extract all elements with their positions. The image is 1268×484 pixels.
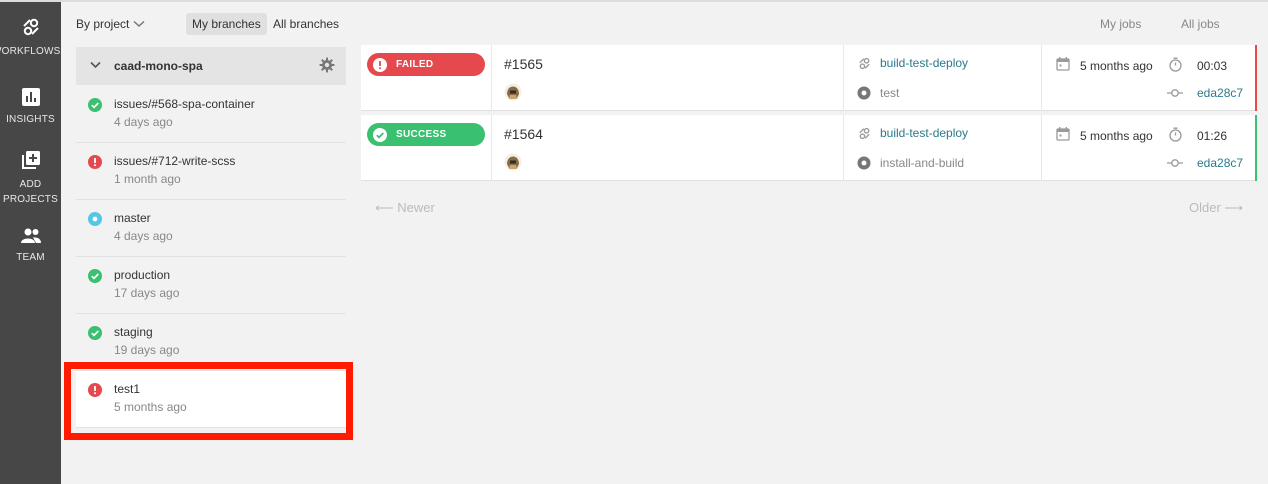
branch-item[interactable]: issues/#712-write-scss 1 month ago xyxy=(76,143,346,200)
branch-item-selected[interactable]: test1 5 months ago xyxy=(76,371,346,428)
job-number[interactable]: #1564 xyxy=(504,126,543,142)
workflow-icon xyxy=(859,57,870,70)
job-name: install-and-build xyxy=(880,156,965,170)
workflows-icon xyxy=(22,18,39,36)
nav-workflows[interactable]: WORKFLOWS xyxy=(0,16,61,59)
newer-page-link[interactable]: ⟵ Newer xyxy=(375,200,435,216)
all-jobs-toggle[interactable]: All jobs xyxy=(1181,17,1220,31)
job-row[interactable]: SUCCESS #1564 build-test-deploy install-… xyxy=(361,115,1257,181)
success-status-icon xyxy=(88,98,102,112)
cell-divider xyxy=(1041,45,1042,111)
workflow-link[interactable]: build-test-deploy xyxy=(880,126,968,140)
branch-item[interactable]: issues/#568-spa-container 4 days ago xyxy=(76,86,346,143)
cell-divider xyxy=(491,45,492,111)
project-name: caad-mono-spa xyxy=(114,59,203,73)
gear-icon[interactable] xyxy=(319,57,335,73)
branch-time: 1 month ago xyxy=(114,172,181,186)
failed-status-icon xyxy=(88,383,102,397)
chevron-down-icon xyxy=(133,20,145,28)
status-badge-label: SUCCESS xyxy=(396,129,447,140)
chevron-down-icon xyxy=(90,61,101,69)
status-badge[interactable]: SUCCESS xyxy=(367,123,485,146)
my-jobs-toggle[interactable]: My jobs xyxy=(1100,17,1141,31)
branch-name: production xyxy=(114,268,171,282)
commit-hash-link[interactable]: eda28c7 xyxy=(1197,86,1243,100)
job-row[interactable]: FAILED #1565 build-test-deploy test 5 mo… xyxy=(361,45,1257,111)
branch-name: staging xyxy=(114,325,153,339)
my-branches-toggle[interactable]: My branches xyxy=(186,13,267,35)
timer-icon xyxy=(1169,57,1182,72)
nav-team[interactable]: TEAM xyxy=(0,228,61,265)
avatar xyxy=(504,153,522,171)
calendar-icon xyxy=(1056,127,1070,141)
time-ago: 5 months ago xyxy=(1080,59,1153,73)
workflow-icon xyxy=(859,127,870,140)
cell-divider xyxy=(1041,115,1042,181)
project-header[interactable]: caad-mono-spa xyxy=(76,47,346,85)
branch-name: issues/#568-spa-container xyxy=(114,97,255,111)
running-status-icon xyxy=(88,212,102,226)
branch-item[interactable]: production 17 days ago xyxy=(76,257,346,314)
success-status-icon xyxy=(88,269,102,283)
branch-time: 5 months ago xyxy=(114,400,187,414)
commit-icon xyxy=(1167,89,1183,97)
nav-add-projects-label: ADD PROJECTS xyxy=(3,179,58,205)
branch-time: 17 days ago xyxy=(114,286,180,300)
failed-status-icon xyxy=(88,155,102,169)
job-number[interactable]: #1565 xyxy=(504,56,543,72)
job-icon xyxy=(857,86,871,100)
cell-divider xyxy=(491,115,492,181)
cell-divider xyxy=(843,45,844,111)
failed-status-icon xyxy=(373,57,387,72)
nav-add-projects[interactable]: ADD PROJECTS xyxy=(0,150,61,207)
duration: 01:26 xyxy=(1197,129,1228,143)
timer-icon xyxy=(1169,127,1182,142)
status-edge-bar xyxy=(1255,45,1257,111)
status-edge-bar xyxy=(1255,115,1257,181)
branch-time: 4 days ago xyxy=(114,229,173,243)
calendar-icon xyxy=(1056,57,1070,71)
main-nav-rail: WORKFLOWS INSIGHTS ADD PROJECTS TEAM xyxy=(0,2,61,484)
team-icon xyxy=(20,228,41,243)
status-badge[interactable]: FAILED xyxy=(367,53,485,76)
older-page-link[interactable]: Older ⟶ xyxy=(1189,200,1243,216)
duration: 00:03 xyxy=(1197,59,1228,73)
commit-icon xyxy=(1167,159,1183,167)
status-badge-label: FAILED xyxy=(396,59,434,70)
all-branches-toggle[interactable]: All branches xyxy=(267,13,345,35)
nav-insights-label: INSIGHTS xyxy=(6,114,55,125)
time-ago: 5 months ago xyxy=(1080,129,1153,143)
success-status-icon xyxy=(373,127,387,142)
branch-name: issues/#712-write-scss xyxy=(114,154,236,168)
workflow-link[interactable]: build-test-deploy xyxy=(880,56,968,70)
by-project-label: By project xyxy=(76,17,130,31)
by-project-dropdown[interactable]: By project xyxy=(76,17,145,31)
add-projects-icon xyxy=(21,151,40,169)
branch-time: 4 days ago xyxy=(114,115,173,129)
branch-time: 19 days ago xyxy=(114,343,180,357)
job-name: test xyxy=(880,86,900,100)
commit-hash-link[interactable]: eda28c7 xyxy=(1197,156,1243,170)
cell-divider xyxy=(843,115,844,181)
success-status-icon xyxy=(88,326,102,340)
branch-item[interactable]: master 4 days ago xyxy=(76,200,346,257)
avatar xyxy=(504,83,522,101)
nav-insights[interactable]: INSIGHTS xyxy=(0,88,61,127)
branch-name: test1 xyxy=(114,382,141,396)
branch-panel: caad-mono-spa issues/#568-spa-container … xyxy=(61,42,360,484)
filter-bar: By project My branches All branches My j… xyxy=(61,2,1268,42)
nav-team-label: TEAM xyxy=(16,252,45,263)
nav-workflows-label: WORKFLOWS xyxy=(0,46,61,57)
job-icon xyxy=(857,156,871,170)
branch-item[interactable]: staging 19 days ago xyxy=(76,314,346,371)
insights-icon xyxy=(21,88,40,106)
branch-name: master xyxy=(114,211,151,225)
